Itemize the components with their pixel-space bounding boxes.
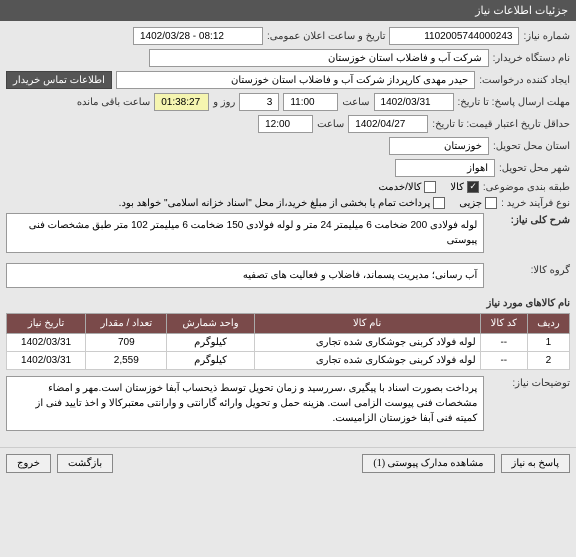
city-label: شهر محل تحویل: (499, 163, 570, 174)
time-label-2: ساعت (317, 119, 344, 130)
spacer (119, 454, 356, 473)
checkbox-icon (433, 197, 445, 209)
cell-row: 1 (527, 334, 569, 352)
min-reply-days: 3 (239, 93, 279, 111)
th-code: کد کالا (480, 314, 527, 334)
group-box: آب رسانی؛ مدیریت پسماند، فاضلاب و فعالیت… (6, 263, 484, 288)
reply-button[interactable]: پاسخ به نیاز (501, 454, 571, 473)
attachments-button[interactable]: مشاهده مدارک پیوستی (1) (362, 454, 494, 473)
notes-box: پرداخت بصورت اسناد با پیگیری ،سررسید و ز… (6, 376, 484, 431)
remain-time: 01:38:27 (154, 93, 209, 111)
cell-unit: کیلوگرم (167, 334, 254, 352)
need-no-field: 1102005744000243 (389, 27, 519, 45)
buy-type-note-group: پرداخت تمام یا بخشی از مبلغ خرید،از محل … (119, 197, 446, 209)
cell-name: لوله فولاد کربنی جوشکاری شده تجاری (254, 352, 480, 370)
min-reply-time: 11:00 (283, 93, 338, 111)
notes-label: توضیحات نیاز: (490, 376, 570, 389)
cell-code: -- (480, 352, 527, 370)
topic-label: طبقه بندی موضوعی: (483, 182, 570, 193)
checkbox-checked-icon[interactable] (467, 181, 479, 193)
buyer-contact-button[interactable]: اطلاعات تماس خریدار (6, 71, 112, 89)
cell-qty: 709 (86, 334, 167, 352)
buyer-field: شرکت آب و فاضلاب استان خوزستان (149, 49, 489, 67)
pub-datetime-field: 1402/03/28 - 08:12 (133, 27, 263, 45)
general-desc-label: شرح کلی نیاز: (490, 213, 570, 226)
items-label: نام کالاهای مورد نیاز (487, 298, 571, 309)
topic-goods-label: کالا (450, 182, 464, 193)
table-row[interactable]: 1 -- لوله فولاد کربنی جوشکاری شده تجاری … (7, 334, 570, 352)
buy-type-partial-group[interactable]: جزیی (459, 197, 497, 209)
table-row[interactable]: 2 -- لوله فولاد کربنی جوشکاری شده تجاری … (7, 352, 570, 370)
buyer-label: نام دستگاه خریدار: (493, 53, 570, 64)
items-table: ردیف کد کالا نام کالا واحد شمارش تعداد /… (6, 313, 570, 370)
th-row: ردیف (527, 314, 569, 334)
cell-row: 2 (527, 352, 569, 370)
pub-datetime-label: تاریخ و ساعت اعلان عمومی: (267, 31, 386, 42)
checkbox-icon[interactable] (485, 197, 497, 209)
header-bar: جزئیات اطلاعات نیاز (0, 0, 576, 21)
validity-label: حداقل تاریخ اعتبار قیمت: تا تاریخ: (432, 119, 570, 130)
buy-type-note-label: پرداخت تمام یا بخشی از مبلغ خرید،از محل … (119, 198, 431, 209)
back-button[interactable]: بازگشت (57, 454, 113, 473)
time-label-1: ساعت (342, 97, 369, 108)
exit-button[interactable]: خروج (6, 454, 51, 473)
main-content: شماره نیاز: 1102005744000243 تاریخ و ساع… (0, 21, 576, 447)
min-reply-date: 1402/03/31 (374, 93, 454, 111)
cell-code: -- (480, 334, 527, 352)
th-name: نام کالا (254, 314, 480, 334)
topic-service-group[interactable]: کالا/خدمت (378, 181, 436, 193)
validity-time: 12:00 (258, 115, 313, 133)
th-qty: تعداد / مقدار (86, 314, 167, 334)
buy-type-partial-label: جزیی (459, 198, 482, 209)
header-title: جزئیات اطلاعات نیاز (475, 5, 568, 17)
days-and-label: روز و (213, 97, 235, 108)
checkbox-icon[interactable] (424, 181, 436, 193)
cell-name: لوله فولاد کربنی جوشکاری شده تجاری (254, 334, 480, 352)
group-label: گروه کالا: (490, 263, 570, 276)
cell-unit: کیلوگرم (167, 352, 254, 370)
cell-date: 1402/03/31 (7, 352, 86, 370)
province-label: استان محل تحویل: (493, 141, 570, 152)
creator-label: ایجاد کننده درخواست: (479, 75, 570, 86)
topic-goods-group[interactable]: کالا (450, 181, 479, 193)
footer-bar: پاسخ به نیاز مشاهده مدارک پیوستی (1) باز… (0, 447, 576, 479)
cell-qty: 2,559 (86, 352, 167, 370)
buy-type-label: نوع فرآیند خرید : (501, 198, 570, 209)
topic-service-label: کالا/خدمت (378, 182, 421, 193)
validity-date: 1402/04/27 (348, 115, 428, 133)
min-reply-label: مهلت ارسال پاسخ: تا تاریخ: (458, 97, 570, 108)
need-no-label: شماره نیاز: (523, 31, 570, 42)
province-field: خوزستان (389, 137, 489, 155)
creator-field: حیدر مهدی کارپرداز شرکت آب و فاضلاب استا… (116, 71, 475, 89)
general-desc-box: لوله فولادی 200 ضخامت 6 میلیمتر 24 متر و… (6, 213, 484, 253)
cell-date: 1402/03/31 (7, 334, 86, 352)
remain-label: ساعت باقی مانده (77, 97, 150, 108)
th-date: تاریخ نیاز (7, 314, 86, 334)
city-field: اهواز (395, 159, 495, 177)
th-unit: واحد شمارش (167, 314, 254, 334)
